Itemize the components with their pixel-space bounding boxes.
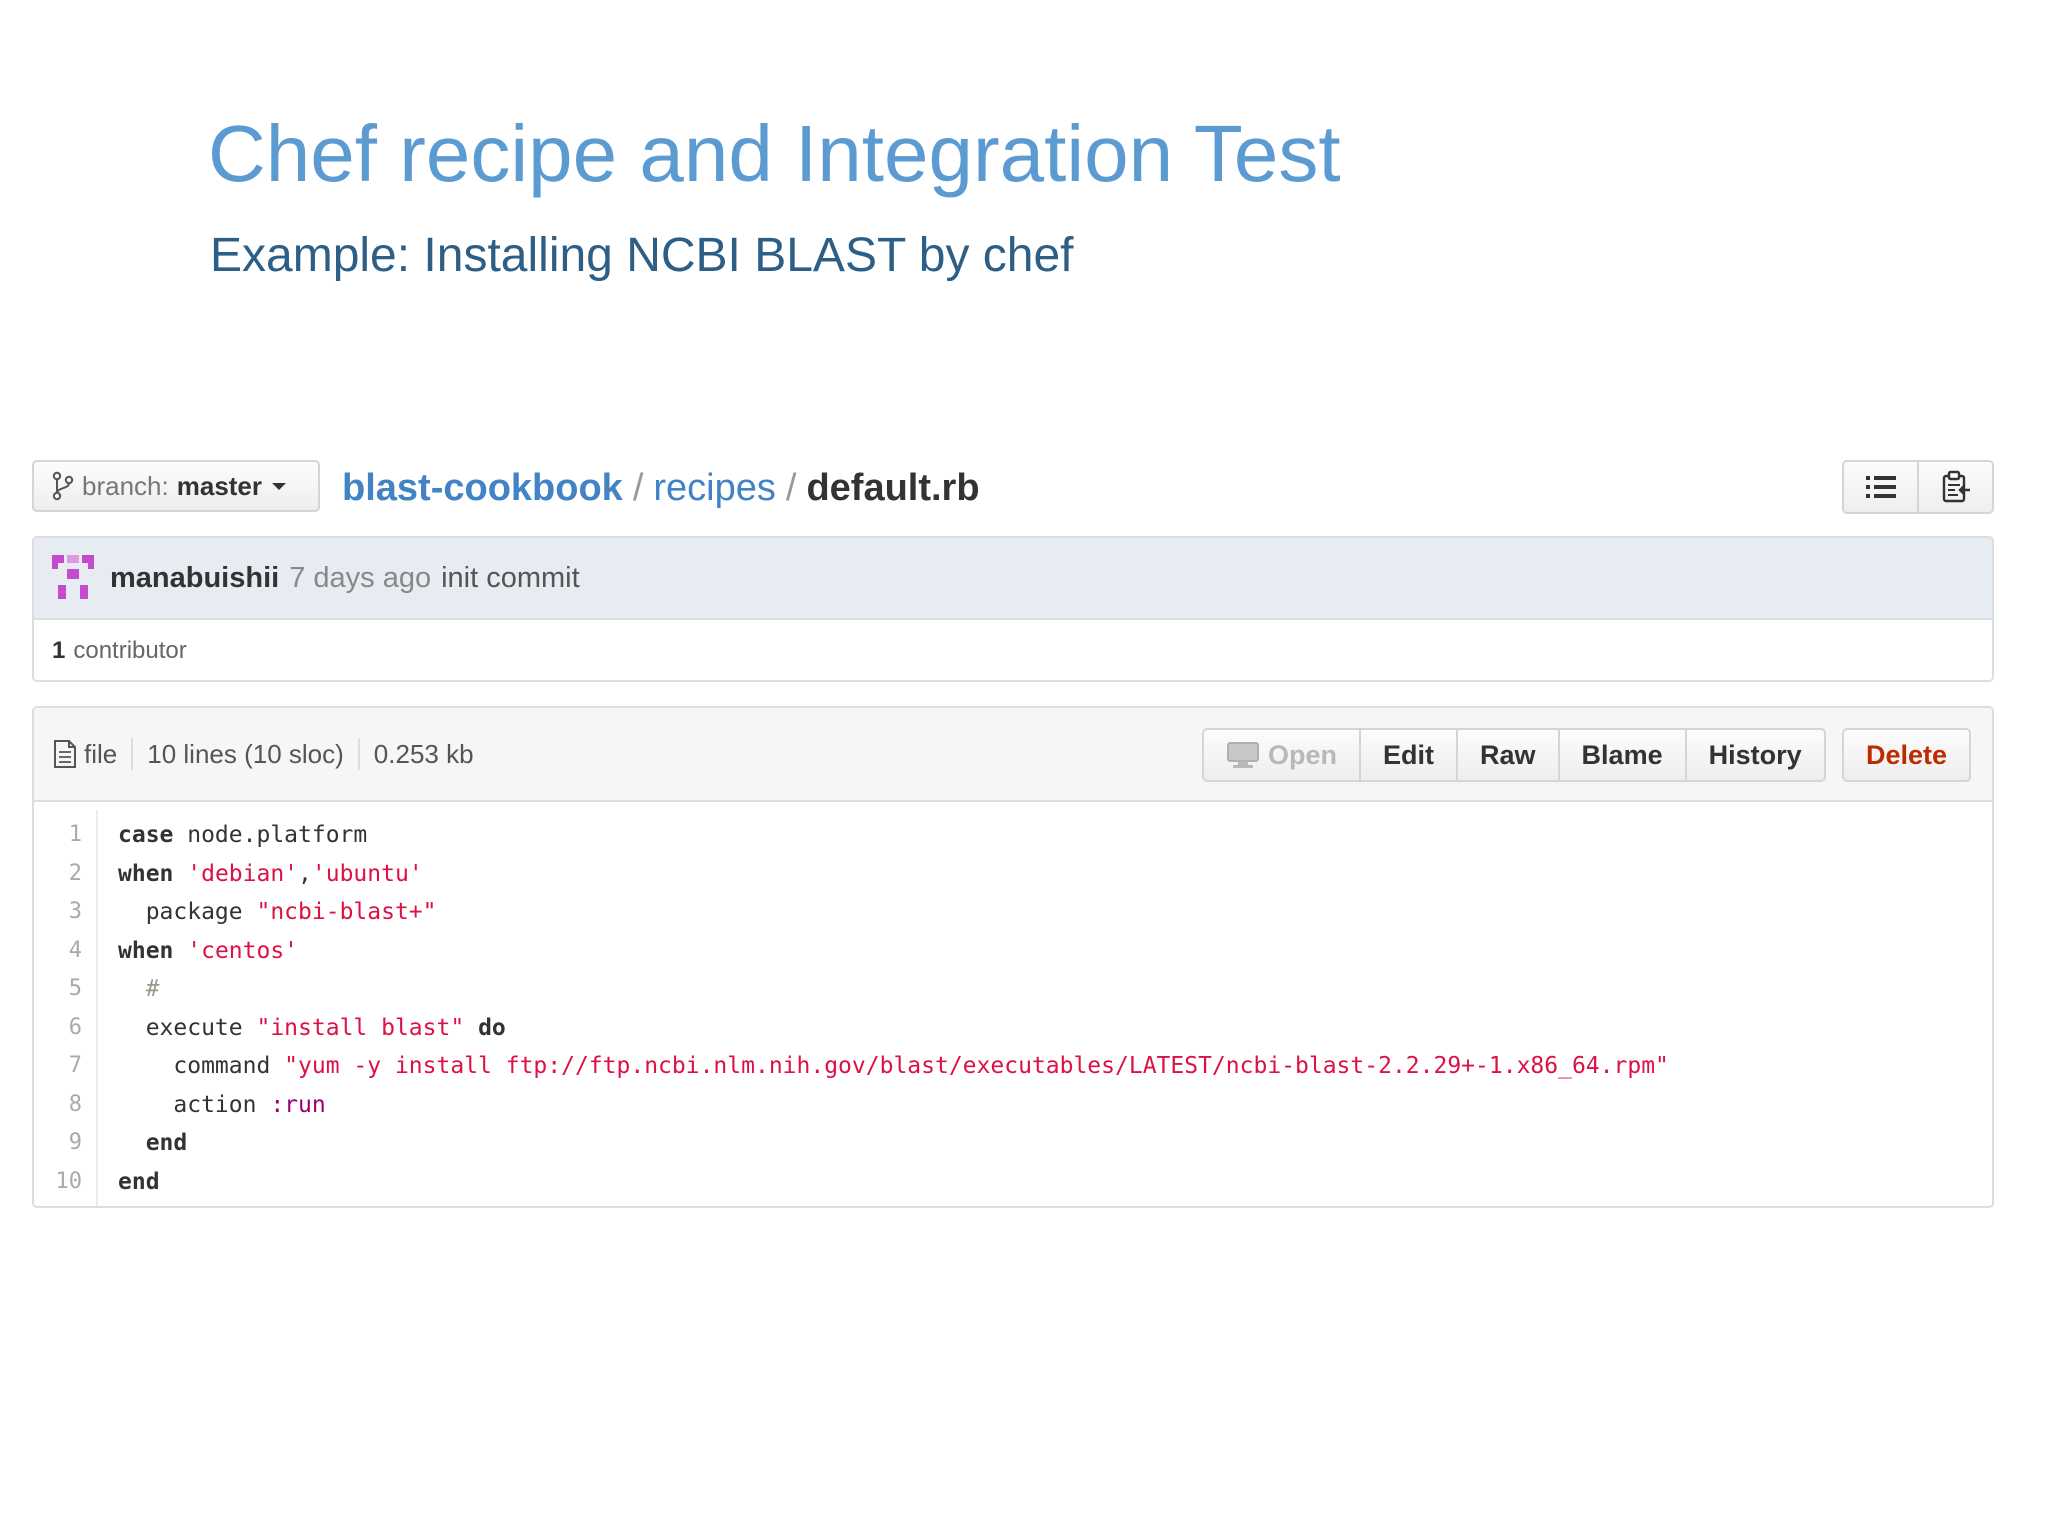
line-number[interactable]: 8: [34, 1086, 96, 1125]
breadcrumb-dir-link[interactable]: recipes: [653, 467, 776, 510]
code-line: end: [118, 1124, 1992, 1163]
blame-button[interactable]: Blame: [1557, 730, 1685, 780]
code-token: 'ubuntu': [311, 860, 423, 887]
desktop-icon: [1227, 742, 1259, 768]
branch-icon: [52, 471, 74, 501]
code-line: when 'debian','ubuntu': [118, 855, 1992, 894]
line-number[interactable]: 7: [34, 1047, 96, 1086]
delete-button[interactable]: Delete: [1842, 728, 1972, 782]
line-number[interactable]: 6: [34, 1009, 96, 1048]
code-line: #: [118, 970, 1992, 1009]
branch-prefix-label: branch:: [82, 470, 169, 501]
info-divider: [131, 738, 134, 770]
commit-message-link[interactable]: init commit: [441, 562, 580, 595]
commit-time: 7 days ago: [289, 561, 432, 594]
file-header: file 10 lines (10 sloc) 0.253 kb Open Ed…: [34, 708, 1992, 802]
line-number[interactable]: 1: [34, 816, 96, 855]
line-number-gutter: 1 2 3 4 5 6 7 8 9 10: [34, 810, 98, 1206]
file-size: 0.253 kb: [373, 738, 474, 769]
code-token: node.platform: [173, 822, 368, 848]
line-number[interactable]: 4: [34, 932, 96, 971]
code-token: end: [145, 1130, 188, 1156]
contributors-row[interactable]: 1 contributor: [34, 620, 1992, 680]
code-line: package "ncbi-blast+": [118, 893, 1992, 932]
file-text-icon: [54, 740, 76, 768]
edit-button[interactable]: Edit: [1359, 730, 1456, 780]
code-token: 'centos': [187, 937, 299, 964]
code-line: case node.platform: [118, 816, 1992, 855]
code-token: "ncbi-blast+": [256, 899, 437, 925]
chevron-down-icon: [272, 482, 287, 490]
clipboard-icon: [1942, 470, 1970, 503]
breadcrumb-separator: /: [632, 466, 644, 509]
contributor-count: 1: [52, 637, 66, 664]
code-token: when: [118, 937, 174, 964]
commit-header: manabuishii 7 days ago init commit: [34, 538, 1992, 620]
code-token: :run: [270, 1091, 326, 1118]
file-label: file: [84, 738, 118, 769]
code-content: case node.platform when 'debian','ubuntu'…: [98, 810, 1992, 1206]
line-number[interactable]: 9: [34, 1124, 96, 1163]
code-line: execute "install blast" do: [118, 1009, 1992, 1048]
line-number[interactable]: 10: [34, 1163, 96, 1202]
code-line: action :run: [118, 1086, 1992, 1125]
history-button[interactable]: History: [1684, 730, 1824, 780]
breadcrumb-separator: /: [785, 466, 797, 509]
code-token: execute: [118, 1014, 257, 1041]
code-line: command "yum -y install ftp://ftp.ncbi.n…: [118, 1047, 1992, 1086]
code-line: when 'centos': [118, 932, 1992, 971]
code-token: ,: [298, 860, 312, 887]
line-number[interactable]: 3: [34, 893, 96, 932]
code-token: "install blast": [256, 1014, 465, 1041]
open-button-label: Open: [1268, 739, 1338, 770]
slide-subtitle: Example: Installing NCBI BLAST by chef: [210, 229, 1074, 282]
line-number[interactable]: 5: [34, 970, 96, 1009]
breadcrumb-repo-link[interactable]: blast-cookbook: [342, 467, 623, 510]
breadcrumb-file-name: default.rb: [806, 466, 980, 509]
contributor-label: contributor: [73, 637, 187, 664]
code-token: command: [118, 1053, 285, 1079]
slide-title: Chef recipe and Integration Test: [208, 109, 1341, 198]
branch-name: master: [176, 470, 263, 501]
line-number[interactable]: 2: [34, 855, 96, 894]
breadcrumb: blast-cookbook / recipes / default.rb: [342, 462, 980, 514]
code-token: #: [145, 976, 160, 1002]
code-token: 'debian': [187, 860, 299, 887]
code-token: case: [118, 822, 174, 848]
copy-path-button[interactable]: [1917, 462, 1992, 512]
code-token: when: [118, 860, 174, 887]
commit-author-link[interactable]: manabuishii: [110, 562, 279, 595]
file-info: file 10 lines (10 sloc) 0.253 kb: [52, 708, 474, 800]
file-finder-button[interactable]: [1844, 462, 1917, 512]
code-area: 1 2 3 4 5 6 7 8 9 10 case node.platform when 'debi…: [34, 802, 1992, 1206]
raw-button[interactable]: Raw: [1456, 730, 1558, 780]
open-button[interactable]: Open: [1204, 730, 1359, 780]
list-icon: [1865, 476, 1896, 498]
code-token: end: [118, 1168, 160, 1195]
file-viewer: file 10 lines (10 sloc) 0.253 kb Open Ed…: [32, 706, 1994, 1208]
code-token: action: [118, 1091, 271, 1118]
file-action-buttons: Open Edit Raw Blame History: [1202, 728, 1826, 782]
branch-selector-button[interactable]: branch: master: [32, 460, 320, 512]
info-divider: [357, 738, 360, 770]
code-token: do: [478, 1014, 506, 1041]
file-icon-actions: [1842, 460, 1994, 514]
code-line: end: [118, 1163, 1992, 1202]
avatar: [52, 555, 94, 599]
code-token: package: [118, 899, 257, 925]
file-line-count: 10 lines (10 sloc): [147, 738, 344, 769]
commit-tease: manabuishii 7 days ago init commit 1 con…: [32, 536, 1994, 682]
code-token: "yum -y install ftp://ftp.ncbi.nlm.nih.g…: [284, 1053, 1669, 1079]
